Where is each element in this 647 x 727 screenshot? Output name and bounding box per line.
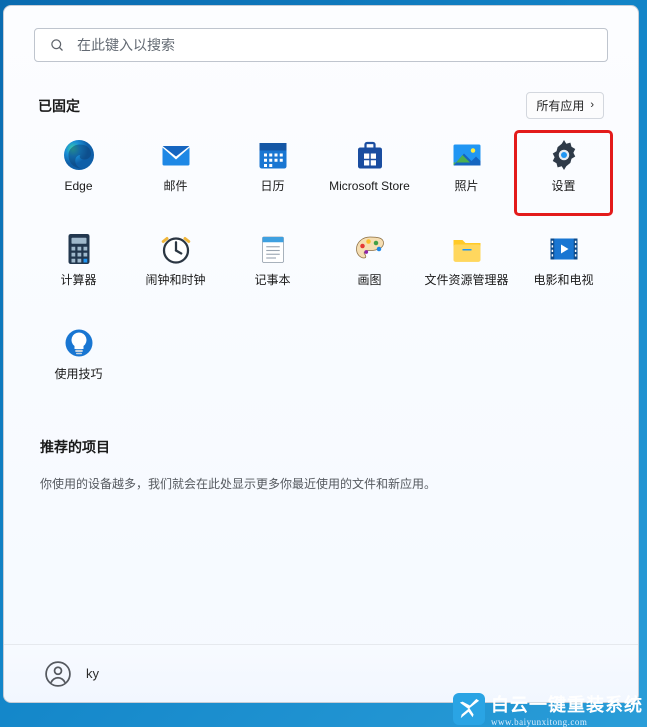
app-label: 闹钟和时钟 [145,273,205,287]
app-tile-photos[interactable]: 照片 [418,131,515,215]
pinned-title: 已固定 [38,96,80,116]
watermark-title: 白云一键重装系统 [491,691,643,717]
avatar-icon[interactable] [44,660,72,688]
app-tile-explorer[interactable]: 文件资源管理器 [418,225,515,309]
start-menu-panel: 已固定 所有应用 › Edge 邮件 日历 Microsoft Store 照片 设置计算… [3,5,639,703]
all-apps-label: 所有应用 [536,97,584,114]
watermark-text: 白云一键重装系统 www.baiyunxitong.com [491,691,643,727]
search-input[interactable] [77,37,593,53]
watermark-logo-icon [453,693,485,725]
app-tile-edge[interactable]: Edge [30,131,127,215]
app-tile-store[interactable]: Microsoft Store [321,131,418,215]
pinned-apps-grid: Edge 邮件 日历 Microsoft Store 照片 设置计算器 闹钟和时钟 记事本 画图… [4,119,638,403]
app-tile-clock[interactable]: 闹钟和时钟 [127,225,224,309]
settings-icon [546,137,582,173]
search-icon [49,37,65,53]
mail-icon [158,137,194,173]
recommended-section: 推荐的项目 你使用的设备越多，我们就会在此处显示更多你最近使用的文件和新应用。 [4,437,638,493]
app-tile-calendar[interactable]: 日历 [224,131,321,215]
tips-icon [61,325,97,361]
app-label: Microsoft Store [329,179,410,193]
app-label: 使用技巧 [54,367,102,381]
paint-icon [352,231,388,267]
app-label: 照片 [454,179,478,193]
clock-icon [158,231,194,267]
app-label: 计算器 [60,273,96,287]
app-label: 邮件 [163,179,187,193]
app-tile-tips[interactable]: 使用技巧 [30,319,127,403]
all-apps-button[interactable]: 所有应用 › [526,92,604,119]
notepad-icon [255,231,291,267]
app-label: 电影和电视 [533,273,593,287]
store-icon [352,137,388,173]
app-label: 记事本 [254,273,290,287]
chevron-right-icon: › [590,100,594,111]
app-label: 设置 [551,179,575,193]
app-label: 画图 [357,273,381,287]
app-label: 日历 [260,179,284,193]
watermark: 白云一键重装系统 www.baiyunxitong.com [453,691,643,727]
edge-icon [61,137,97,173]
user-name[interactable]: ky [86,666,99,681]
watermark-subtitle: www.baiyunxitong.com [491,717,643,727]
photos-icon [449,137,485,173]
app-tile-settings[interactable]: 设置 [515,131,612,215]
recommended-title: 推荐的项目 [40,437,602,457]
explorer-icon [449,231,485,267]
app-tile-paint[interactable]: 画图 [321,225,418,309]
app-tile-movies[interactable]: 电影和电视 [515,225,612,309]
pinned-header: 已固定 所有应用 › [4,92,638,119]
app-label: Edge [64,179,92,193]
recommended-message: 你使用的设备越多，我们就会在此处显示更多你最近使用的文件和新应用。 [40,475,602,493]
calculator-icon [61,231,97,267]
search-bar[interactable] [34,28,608,62]
movies-icon [546,231,582,267]
app-tile-notepad[interactable]: 记事本 [224,225,321,309]
app-tile-calculator[interactable]: 计算器 [30,225,127,309]
calendar-icon [255,137,291,173]
app-tile-mail[interactable]: 邮件 [127,131,224,215]
app-label: 文件资源管理器 [424,273,508,287]
